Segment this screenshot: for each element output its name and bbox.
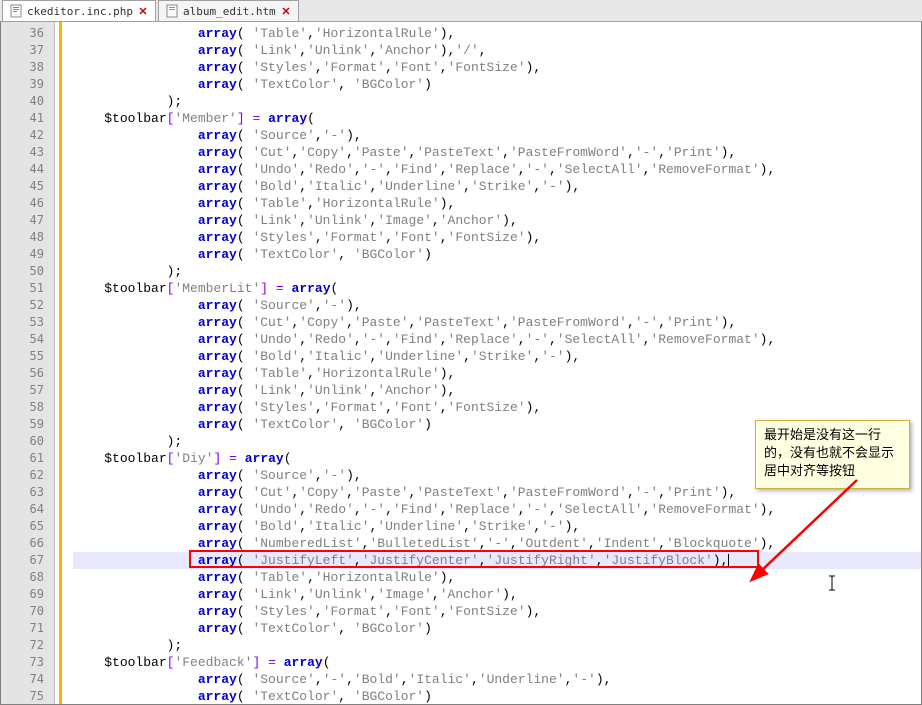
line-number: 72	[1, 637, 54, 654]
code-line[interactable]: array( 'Source','-'),	[73, 297, 921, 314]
file-icon	[9, 4, 23, 18]
tab-ckeditor[interactable]: ckeditor.inc.php	[2, 0, 156, 21]
line-number: 53	[1, 314, 54, 331]
line-number: 48	[1, 229, 54, 246]
line-number: 51	[1, 280, 54, 297]
code-line[interactable]: array( 'Source','-'),	[73, 127, 921, 144]
code-line[interactable]: array( 'TextColor', 'BGColor')	[73, 76, 921, 93]
tab-album-edit[interactable]: album_edit.htm	[158, 0, 299, 21]
code-line[interactable]: array( 'Styles','Format','Font','FontSiz…	[73, 59, 921, 76]
line-number: 46	[1, 195, 54, 212]
line-number-gutter: 3637383940414243444546474849505152535455…	[1, 22, 55, 704]
code-area[interactable]: array( 'Table','HorizontalRule'), array(…	[55, 22, 921, 704]
editor: 3637383940414243444546474849505152535455…	[0, 22, 922, 705]
line-number: 62	[1, 467, 54, 484]
line-number: 58	[1, 399, 54, 416]
code-line[interactable]: array( 'Undo','Redo','-','Find','Replace…	[73, 161, 921, 178]
code-line[interactable]: );	[73, 637, 921, 654]
code-line[interactable]: );	[73, 263, 921, 280]
line-number: 68	[1, 569, 54, 586]
line-number: 57	[1, 382, 54, 399]
line-number: 74	[1, 671, 54, 688]
line-number: 59	[1, 416, 54, 433]
line-number: 50	[1, 263, 54, 280]
text-cursor-icon	[827, 574, 837, 596]
line-number: 63	[1, 484, 54, 501]
code-line[interactable]: $toolbar['Member'] = array(	[73, 110, 921, 127]
line-number: 36	[1, 25, 54, 42]
code-line[interactable]: array( 'Bold','Italic','Underline','Stri…	[73, 178, 921, 195]
line-number: 45	[1, 178, 54, 195]
line-number: 61	[1, 450, 54, 467]
code-line[interactable]: array( 'Undo','Redo','-','Find','Replace…	[73, 501, 921, 518]
line-number: 71	[1, 620, 54, 637]
line-number: 73	[1, 654, 54, 671]
line-number: 66	[1, 535, 54, 552]
code-line[interactable]: array( 'NumberedList','BulletedList','-'…	[73, 535, 921, 552]
line-number: 40	[1, 93, 54, 110]
annotation-callout: 最开始是没有这一行的，没有也就不会显示居中对齐等按钮	[755, 420, 910, 489]
line-number: 37	[1, 42, 54, 59]
line-number: 41	[1, 110, 54, 127]
code-line[interactable]: array( 'Link','Unlink','Image','Anchor')…	[73, 212, 921, 229]
code-line[interactable]: array( 'Styles','Format','Font','FontSiz…	[73, 399, 921, 416]
code-line[interactable]: array( 'Styles','Format','Font','FontSiz…	[73, 603, 921, 620]
code-line[interactable]: array( 'Table','HorizontalRule'),	[73, 569, 921, 586]
code-line[interactable]: array( 'Bold','Italic','Underline','Stri…	[73, 518, 921, 535]
line-number: 44	[1, 161, 54, 178]
line-number: 55	[1, 348, 54, 365]
code-line[interactable]: array( 'JustifyLeft','JustifyCenter','Ju…	[73, 552, 921, 569]
code-line[interactable]: array( 'Cut','Copy','Paste','PasteText',…	[73, 144, 921, 161]
code-line[interactable]: array( 'Cut','Copy','Paste','PasteText',…	[73, 314, 921, 331]
code-line[interactable]: array( 'Link','Unlink','Image','Anchor')…	[73, 586, 921, 603]
code-line[interactable]: array( 'TextColor', 'BGColor')	[73, 246, 921, 263]
line-number: 70	[1, 603, 54, 620]
code-line[interactable]: array( 'Table','HorizontalRule'),	[73, 25, 921, 42]
line-number: 47	[1, 212, 54, 229]
code-line[interactable]: array( 'Table','HorizontalRule'),	[73, 195, 921, 212]
callout-text: 最开始是没有这一行的，没有也就不会显示居中对齐等按钮	[764, 428, 894, 479]
tab-label: album_edit.htm	[183, 5, 276, 18]
line-number: 54	[1, 331, 54, 348]
code-line[interactable]: array( 'TextColor', 'BGColor')	[73, 688, 921, 704]
line-number: 69	[1, 586, 54, 603]
line-number: 67	[1, 552, 54, 569]
code-line[interactable]: array( 'Styles','Format','Font','FontSiz…	[73, 229, 921, 246]
close-icon[interactable]	[280, 5, 292, 17]
tab-bar: ckeditor.inc.php album_edit.htm	[0, 0, 922, 22]
code-line[interactable]: array( 'Bold','Italic','Underline','Stri…	[73, 348, 921, 365]
line-number: 64	[1, 501, 54, 518]
line-number: 75	[1, 688, 54, 705]
code-line[interactable]: array( 'Link','Unlink','Anchor'),	[73, 382, 921, 399]
line-number: 52	[1, 297, 54, 314]
code-line[interactable]: array( 'Link','Unlink','Anchor'),'/',	[73, 42, 921, 59]
line-number: 49	[1, 246, 54, 263]
code-line[interactable]: array( 'Source','-','Bold','Italic','Und…	[73, 671, 921, 688]
code-line[interactable]: $toolbar['Feedback'] = array(	[73, 654, 921, 671]
code-line[interactable]: array( 'Undo','Redo','-','Find','Replace…	[73, 331, 921, 348]
line-number: 38	[1, 59, 54, 76]
file-icon	[165, 4, 179, 18]
line-number: 39	[1, 76, 54, 93]
code-line[interactable]: array( 'Table','HorizontalRule'),	[73, 365, 921, 382]
line-number: 60	[1, 433, 54, 450]
close-icon[interactable]	[137, 5, 149, 17]
change-indicator	[59, 22, 62, 704]
code-line[interactable]: array( 'TextColor', 'BGColor')	[73, 620, 921, 637]
code-line[interactable]: );	[73, 93, 921, 110]
line-number: 65	[1, 518, 54, 535]
line-number: 43	[1, 144, 54, 161]
code-line[interactable]: $toolbar['MemberLit'] = array(	[73, 280, 921, 297]
tab-label: ckeditor.inc.php	[27, 5, 133, 18]
line-number: 56	[1, 365, 54, 382]
line-number: 42	[1, 127, 54, 144]
